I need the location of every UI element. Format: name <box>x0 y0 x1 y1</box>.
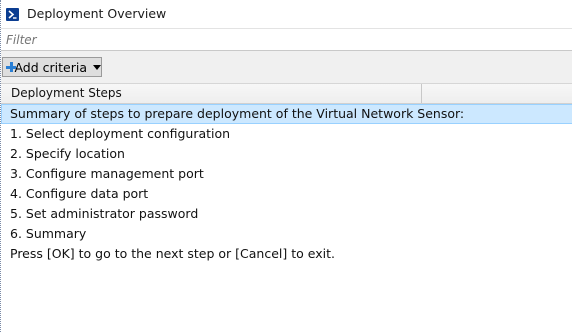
filter-input[interactable] <box>6 31 566 48</box>
list-item[interactable]: 1. Select deployment configuration <box>1 124 572 144</box>
list-item[interactable]: 3. Configure management port <box>1 164 572 184</box>
add-criteria-label: Add criteria <box>14 59 87 75</box>
column-header-deployment-steps[interactable]: Deployment Steps <box>1 84 422 103</box>
dropdown-arrow-icon <box>93 64 101 70</box>
deployment-overview-window: Deployment Overview Add criteria Deploym… <box>0 0 572 332</box>
list-item[interactable]: 6. Summary <box>1 224 572 244</box>
window-title: Deployment Overview <box>27 6 167 21</box>
table-header: Deployment Steps <box>1 83 572 104</box>
steps-list: Summary of steps to prepare deployment o… <box>1 104 572 264</box>
list-item[interactable]: Press [OK] to go to the next step or [Ca… <box>1 244 572 264</box>
list-item-selected[interactable]: Summary of steps to prepare deployment o… <box>1 104 572 124</box>
plus-icon <box>6 62 18 72</box>
criteria-toolbar: Add criteria <box>1 51 572 83</box>
powershell-icon <box>6 8 19 21</box>
list-item[interactable]: 5. Set administrator password <box>1 204 572 224</box>
list-item[interactable]: 2. Specify location <box>1 144 572 164</box>
title-bar: Deployment Overview <box>1 0 572 29</box>
filter-bar <box>1 29 572 51</box>
add-criteria-button[interactable]: Add criteria <box>2 57 102 77</box>
list-item[interactable]: 4. Configure data port <box>1 184 572 204</box>
